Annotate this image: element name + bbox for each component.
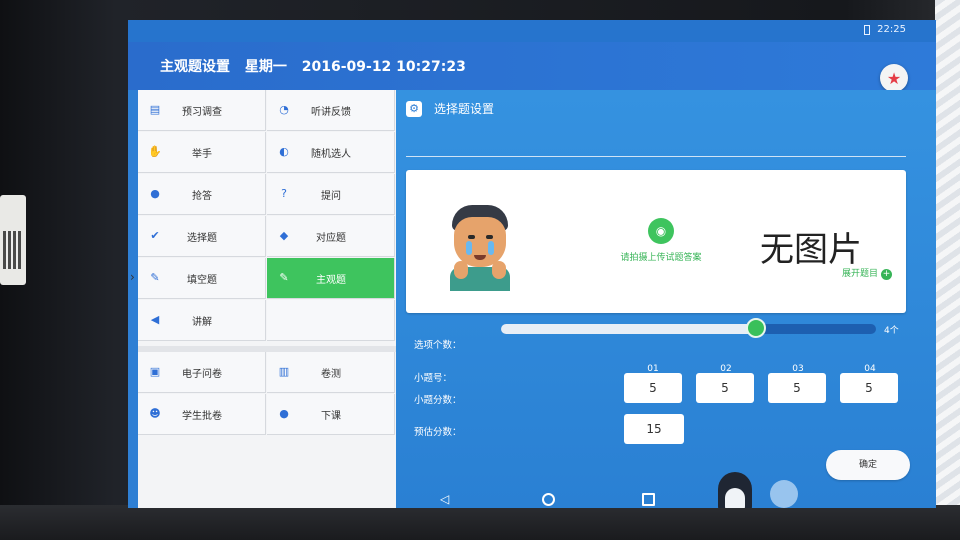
status-time: 22:25 [877,24,906,35]
menu-item-9[interactable]: ✎ 主观题 [267,258,395,299]
section-divider [406,156,906,157]
sub-score-field-1[interactable]: 5 [624,373,682,403]
qr-code-image [3,231,21,269]
menu-item-15[interactable]: ● 下课 [267,394,395,435]
header-datetime: 2016-09-12 10:27:23 [301,59,466,75]
menu-item-label: 预习调查 [182,107,222,118]
menu-empty-cell [267,300,395,341]
back-icon[interactable]: ◁ [440,492,449,506]
menu-item-label: 学生批卷 [182,411,222,422]
function-menu: ▤ 预习调查 ◔ 听讲反馈 ✋ 举手 ◐ 随机选人 ● 抢答? 提问 ✔ 选择题 ◆ 对应题 ✎ 填空题 ✎ 主观题… [138,90,396,508]
header-title: 主观题设置 星期一 2016-09-12 10:27:23 [160,56,476,76]
menu-item-label: 对应题 [316,233,346,244]
app-header: 主观题设置 星期一 2016-09-12 10:27:23 ★ [128,42,936,92]
menu-item-label: 下课 [321,411,341,422]
menu-item-0[interactable]: ▤ 预习调查 [138,90,266,131]
menu-item-label: 提问 [321,191,341,202]
home-icon[interactable] [542,493,555,506]
settings-panel: ⚙ 选择题设置 ◉ 请拍摄上传试题答案 无图片 展开题目 + 选项个数： 4个 … [396,90,936,508]
sub-question-label: 小题号： [414,373,453,384]
menu-item-label: 讲解 [192,317,212,328]
status-bar: 22:25 [128,20,936,42]
android-nav-bar: ◁ [396,490,936,508]
plus-icon: + [881,269,893,280]
menu-item-14[interactable]: ☻ 学生批卷 [138,394,266,435]
star-icon: ★ [886,68,902,88]
menu-item-10[interactable]: ◀ 讲解 [138,300,266,341]
sub-score-label: 小题分数： [414,395,462,406]
expand-question-link[interactable]: 展开题目 + [842,266,893,280]
crying-face-illustration [444,205,516,291]
menu-item-7[interactable]: ◆ 对应题 [267,216,395,257]
menu-item-2[interactable]: ✋ 举手 [138,132,266,173]
battery-icon [864,25,870,35]
option-count-slider[interactable] [501,318,876,338]
estimate-label: 预估分数： [414,427,462,438]
menu-item-12[interactable]: ▣ 电子问卷 [138,352,266,393]
menu-item-13[interactable]: ▥ 卷测 [267,352,395,393]
favorite-button[interactable]: ★ [880,64,908,92]
wall-background [935,0,960,540]
camera-button[interactable]: ◉ [648,218,674,244]
menu-item-6[interactable]: ✔ 选择题 [138,216,266,257]
qr-card [0,195,26,285]
sub-score-field-2[interactable]: 5 [696,373,754,403]
slider-fill [501,324,756,334]
expand-arrow-icon[interactable]: › [130,270,135,284]
gear-icon: ⚙ [406,101,422,117]
menu-item-label: 举手 [192,149,212,160]
camera-icon: ◉ [655,224,667,238]
menu-item-8[interactable]: ✎ 填空题 [138,258,266,299]
sub-score-field-3[interactable]: 5 [768,373,826,403]
menu-item-label: 卷测 [321,369,341,380]
header-weekday: 星期一 [244,59,287,75]
menu-item-label: 抢答 [192,191,212,202]
page-title: 主观题设置 [160,59,230,75]
expand-question-label: 展开题目 [842,269,879,279]
desk-background [0,505,960,540]
menu-item-label: 主观题 [316,275,346,286]
tablet-screen: 22:25 主观题设置 星期一 2016-09-12 10:27:23 ★ ▤ 预… [128,20,936,508]
menu-item-1[interactable]: ◔ 听讲反馈 [267,90,395,131]
menu-item-3[interactable]: ◐ 随机选人 [267,132,395,173]
menu-item-label: 电子问卷 [182,369,222,380]
recent-apps-icon[interactable] [642,493,655,506]
menu-item-label: 填空题 [187,275,217,286]
sub-score-field-4[interactable]: 5 [840,373,898,403]
answer-image-card: ◉ 请拍摄上传试题答案 无图片 展开题目 + [406,170,906,313]
estimate-score-field[interactable]: 15 [624,414,684,444]
slider-thumb[interactable] [746,318,766,338]
upload-hint[interactable]: 请拍摄上传试题答案 [596,250,726,263]
menu-item-5[interactable]: ? 提问 [267,174,395,215]
menu-item-4[interactable]: ● 抢答 [138,174,266,215]
option-count-value: 4个 [884,326,899,336]
menu-item-label: 听讲反馈 [311,107,351,118]
menu-item-label: 随机选人 [311,149,351,160]
menu-item-label: 选择题 [187,233,217,244]
confirm-button[interactable]: 确定 [826,450,910,480]
option-count-label: 选项个数： [414,340,462,351]
no-image-text: 无图片 [760,230,862,270]
section-title: 选择题设置 [434,102,495,116]
